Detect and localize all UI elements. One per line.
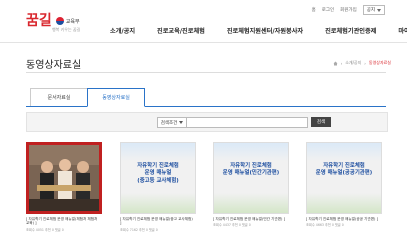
main-nav: 소개/공지 진로교육/진로체험 진로체험지원센터/자원봉사자 진로체험기관인증제… xyxy=(110,26,407,35)
breadcrumb-item[interactable]: 소개/공지 xyxy=(345,60,361,66)
video-title[interactable]: [ 자유학기 진로체험 운영 매뉴얼(민간 기관편) ] xyxy=(213,217,287,221)
video-title[interactable]: [ 자유학기 진로체험 운영 매뉴얼(공공 기관편) ] xyxy=(306,217,380,221)
video-card[interactable]: 자유학기 진로체험 운영 매뉴얼(공공기관편) [ 자유학기 진로체험 운영 매… xyxy=(306,142,382,227)
video-meta: 조회수 4663 추천 0 댓글 0 xyxy=(306,223,344,228)
video-thumbnail[interactable]: 자유학기 진로체험 운영 매뉴얼(민간기관편) xyxy=(213,142,289,214)
breadcrumb: › 소개/공지 › 동영상자료실 xyxy=(333,60,391,66)
util-select-value: 공지 xyxy=(366,8,375,13)
chevron-down-icon xyxy=(377,8,381,12)
video-card[interactable]: 자유학기 진로체험 운영 매뉴얼 (중고등 교사체험) [ 자유학기 진로체험 … xyxy=(120,142,196,232)
logo-text: 꿈길 xyxy=(26,13,52,29)
video-card[interactable]: 자유학기 진로체험 운영 매뉴얼(민간기관편) [ 자유학기 진로체험 운영 매… xyxy=(213,142,289,227)
search-condition-select[interactable]: 검색조건 xyxy=(157,117,187,128)
poster-text: 자유학기 진로체험 운영 매뉴얼(민간기관편) xyxy=(222,163,280,177)
search-bar: 검색조건 검색 xyxy=(26,112,388,132)
tab-videos[interactable]: 동영상자료실 xyxy=(87,88,145,107)
search-input[interactable] xyxy=(186,117,308,128)
video-card[interactable]: [ 자유학기 진로체험 운영 매뉴얼(체험처 체험처 교육) ] 조회수 405… xyxy=(26,142,102,232)
poster-background xyxy=(121,193,195,213)
logo-subtitle: 행복 키우는 꿈길 xyxy=(52,27,81,32)
video-title[interactable]: [ 자유학기 진로체험 운영 매뉴얼(체험처 체험처 교육) ] xyxy=(26,217,100,226)
poster-background xyxy=(307,143,381,161)
nav-item-about[interactable]: 소개/공지 xyxy=(110,26,135,35)
nav-item-certification[interactable]: 진로체험기관인증제 xyxy=(325,26,376,35)
poster-background xyxy=(307,193,381,213)
video-title[interactable]: [ 자유학기 진로체험 운영 매뉴얼(중고 교사체험) ] xyxy=(120,217,194,226)
nav-item-career-edu[interactable]: 진로교육/진로체험 xyxy=(157,26,205,35)
utility-links: 홈 로그인 회원가입 공지 xyxy=(312,5,385,15)
poster-background xyxy=(121,143,195,161)
poster-text: 자유학기 진로체험 운영 매뉴얼 (중고등 교사체험) xyxy=(137,163,179,184)
util-home-link[interactable]: 홈 xyxy=(312,7,316,13)
util-login-link[interactable]: 로그인 xyxy=(322,7,334,13)
page-title: 동영상자료실 xyxy=(26,60,82,71)
poster-text: 자유학기 진로체험 운영 매뉴얼(공공기관편) xyxy=(315,163,373,177)
title-divider xyxy=(26,72,386,73)
tab-bar: 문서자료실 동영상자료실 xyxy=(26,88,386,107)
util-signup-link[interactable]: 회원가입 xyxy=(340,7,357,13)
video-thumbnail[interactable]: 자유학기 진로체험 운영 매뉴얼(공공기관편) xyxy=(306,142,382,214)
tab-documents[interactable]: 문서자료실 xyxy=(30,88,88,106)
chevron-down-icon xyxy=(179,121,184,124)
government-emblem-icon xyxy=(55,17,64,25)
nav-item-mypage[interactable]: 마이페이지 xyxy=(398,26,407,35)
poster-background xyxy=(214,143,288,161)
header: 꿈길 교육부 행복 키우는 꿈길 홈 로그인 회원가입 공지 소개/공지 진로교… xyxy=(0,0,407,43)
poster-background xyxy=(214,193,288,213)
search-button[interactable]: 검색 xyxy=(311,117,331,127)
home-icon[interactable] xyxy=(333,61,338,66)
search-condition-value: 검색조건 xyxy=(160,120,178,126)
people-photo-image xyxy=(29,145,99,211)
video-meta: 조회수 7162 추천 0 댓글 0 xyxy=(120,227,158,232)
video-meta: 조회수 4051 추천 0 댓글 0 xyxy=(26,227,64,232)
video-thumbnail[interactable]: 자유학기 진로체험 운영 매뉴얼 (중고등 교사체험) xyxy=(120,142,196,214)
video-thumbnail[interactable] xyxy=(26,142,102,214)
logo-org: 교육부 xyxy=(65,18,80,25)
breadcrumb-current: 동영상자료실 xyxy=(368,60,391,65)
util-select[interactable]: 공지 xyxy=(362,5,385,15)
site-logo[interactable]: 꿈길 교육부 xyxy=(26,14,80,28)
video-meta: 조회수 4437 추천 0 댓글 0 xyxy=(213,223,251,228)
nav-item-support-center[interactable]: 진로체험지원센터/자원봉사자 xyxy=(227,26,303,35)
